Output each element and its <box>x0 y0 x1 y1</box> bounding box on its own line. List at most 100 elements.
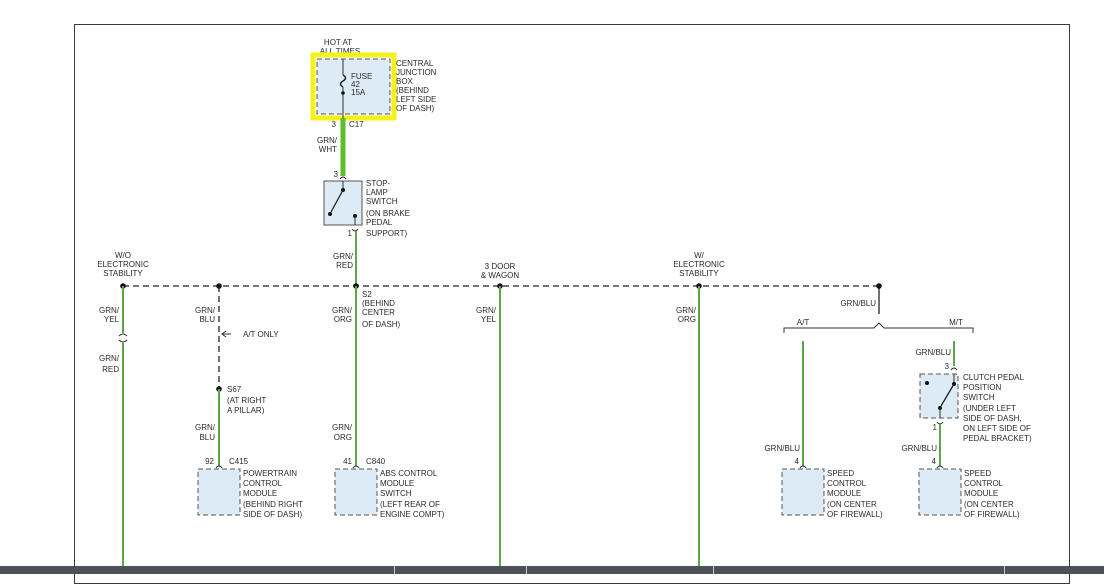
speed-control-module[interactable] <box>781 468 825 516</box>
scm-label: (ON CENTER <box>964 500 1014 509</box>
wire-color-label: GRN/ <box>476 306 497 315</box>
stoplamp-label: SUPPORT) <box>366 229 408 238</box>
mt-label: M/T <box>949 318 963 327</box>
abs-control-module[interactable] <box>334 468 378 516</box>
abs-label: (LEFT REAR OF <box>380 500 440 509</box>
wire-color-label: ORG <box>334 315 352 324</box>
wire-color-label: GRN/ <box>195 423 216 432</box>
scm-label: OF FIREWALL) <box>827 510 883 519</box>
stoplamp-label: PEDAL <box>366 218 393 227</box>
cjb-label: (BEHIND <box>396 86 429 95</box>
s2-label: OF DASH) <box>362 320 401 329</box>
wire-color-label: WHT <box>319 145 337 154</box>
wire-color-label: GRN/ <box>676 306 697 315</box>
pin-label: 92 <box>205 457 214 466</box>
wire-color-label: GRN/ <box>317 136 338 145</box>
branch-label: & WAGON <box>481 271 520 280</box>
toolbar-divider <box>526 566 527 574</box>
wire-color-label: GRN/ <box>333 252 354 261</box>
at-only-label: A/T ONLY <box>243 330 279 339</box>
scm-label: SPEED <box>964 469 991 478</box>
wire-color-label: GRN/ <box>332 306 353 315</box>
branch-label: W/ <box>694 251 705 260</box>
pcm-label: MODULE <box>243 489 277 498</box>
s2-label: (BEHIND <box>362 299 395 308</box>
clutch-label: CLUTCH PEDAL <box>963 373 1024 382</box>
wire-color-label: YEL <box>104 315 120 324</box>
connector-label: C415 <box>229 457 249 466</box>
pcm-label: SIDE OF DASH) <box>243 510 302 519</box>
arrow-left-icon <box>221 330 231 338</box>
pin-label: 3 <box>334 170 339 179</box>
at-label: A/T <box>797 318 810 327</box>
branch-label: W/O <box>115 251 131 260</box>
scm-label: MODULE <box>964 489 998 498</box>
wire-color-label: RED <box>336 261 353 270</box>
branch-label: STABILITY <box>103 269 143 278</box>
scm-label: MODULE <box>827 489 861 498</box>
s2-label: CENTER <box>362 308 395 317</box>
clutch-label: PEDAL BRACKET) <box>963 434 1032 443</box>
pin-label: 3 <box>945 362 950 371</box>
s2-label: S2 <box>362 290 372 299</box>
wire-color-label: RED <box>102 365 119 374</box>
abs-label: ENGINE COMPT) <box>380 510 445 519</box>
wire-color-label: GRN/ <box>195 306 216 315</box>
s67-label: S67 <box>227 385 242 394</box>
abs-label: MODULE <box>380 479 414 488</box>
wire-color-label: GRN/ <box>99 306 120 315</box>
clutch-label: (UNDER LEFT <box>963 404 1016 413</box>
scm-label: OF FIREWALL) <box>964 510 1020 519</box>
pin-label: 41 <box>343 457 352 466</box>
pcm-label: CONTROL <box>243 479 283 488</box>
toolbar-divider <box>1004 566 1005 574</box>
power-label: HOT AT <box>324 38 352 47</box>
connector-icon <box>118 333 128 343</box>
wire-color-label: GRN/BLU <box>901 444 937 453</box>
bottom-toolbar <box>0 566 1104 574</box>
c17-connector: C17 <box>349 120 364 129</box>
connector-label: C840 <box>366 457 386 466</box>
wire-color-label: YEL <box>481 315 497 324</box>
pin-label: 1 <box>348 229 353 238</box>
clutch-label: POSITION <box>963 383 1001 392</box>
branch-label: STABILITY <box>679 269 719 278</box>
pin-label: 4 <box>795 457 800 466</box>
clutch-label: SWITCH <box>963 393 995 402</box>
stoplamp-label: SWITCH <box>366 197 398 206</box>
toolbar-divider <box>713 566 714 574</box>
wire-color-label: GRN/ <box>99 354 120 363</box>
wire-color-label: BLU <box>199 315 215 324</box>
cjb-label: JUNCTION <box>396 68 437 77</box>
stoplamp-label: LAMP <box>366 188 388 197</box>
clutch-pedal-position-switch[interactable] <box>919 373 959 419</box>
wire-color-label: GRN/ <box>332 423 353 432</box>
splice-dot <box>876 283 882 289</box>
clutch-label: SIDE OF DASH, <box>963 414 1022 423</box>
clutch-label: ON LEFT SIDE OF <box>963 424 1031 433</box>
wire-color-label: BLU <box>199 433 215 442</box>
abs-label: ABS CONTROL <box>380 469 438 478</box>
abs-label: SWITCH <box>380 489 412 498</box>
branch-label: 3 DOOR <box>485 262 516 271</box>
scm-label: CONTROL <box>964 479 1004 488</box>
powertrain-control-module[interactable] <box>197 468 241 516</box>
wire-color-label: GRN/BLU <box>764 444 800 453</box>
stoplamp-label: STOP- <box>366 179 391 188</box>
stoplamp-label: (ON BRAKE <box>366 209 410 218</box>
cjb-label: BOX <box>396 77 414 86</box>
scm-label: SPEED <box>827 469 854 478</box>
cjb-label: LEFT SIDE <box>396 95 436 104</box>
wire-color-label: ORG <box>678 315 696 324</box>
speed-control-module[interactable] <box>918 468 962 516</box>
s67-label: A PILLAR) <box>227 406 265 415</box>
pin-label: 4 <box>932 457 937 466</box>
scm-label: (ON CENTER <box>827 500 877 509</box>
scm-label: CONTROL <box>827 479 867 488</box>
pcm-label: (BEHIND RIGHT <box>243 500 303 509</box>
pin-label: 1 <box>933 423 938 432</box>
cjb-label: OF DASH) <box>396 104 435 113</box>
s67-label: (AT RIGHT <box>227 396 266 405</box>
pcm-label: POWERTRAIN <box>243 469 297 478</box>
wire-color-label: GRN/BLU <box>915 348 951 357</box>
